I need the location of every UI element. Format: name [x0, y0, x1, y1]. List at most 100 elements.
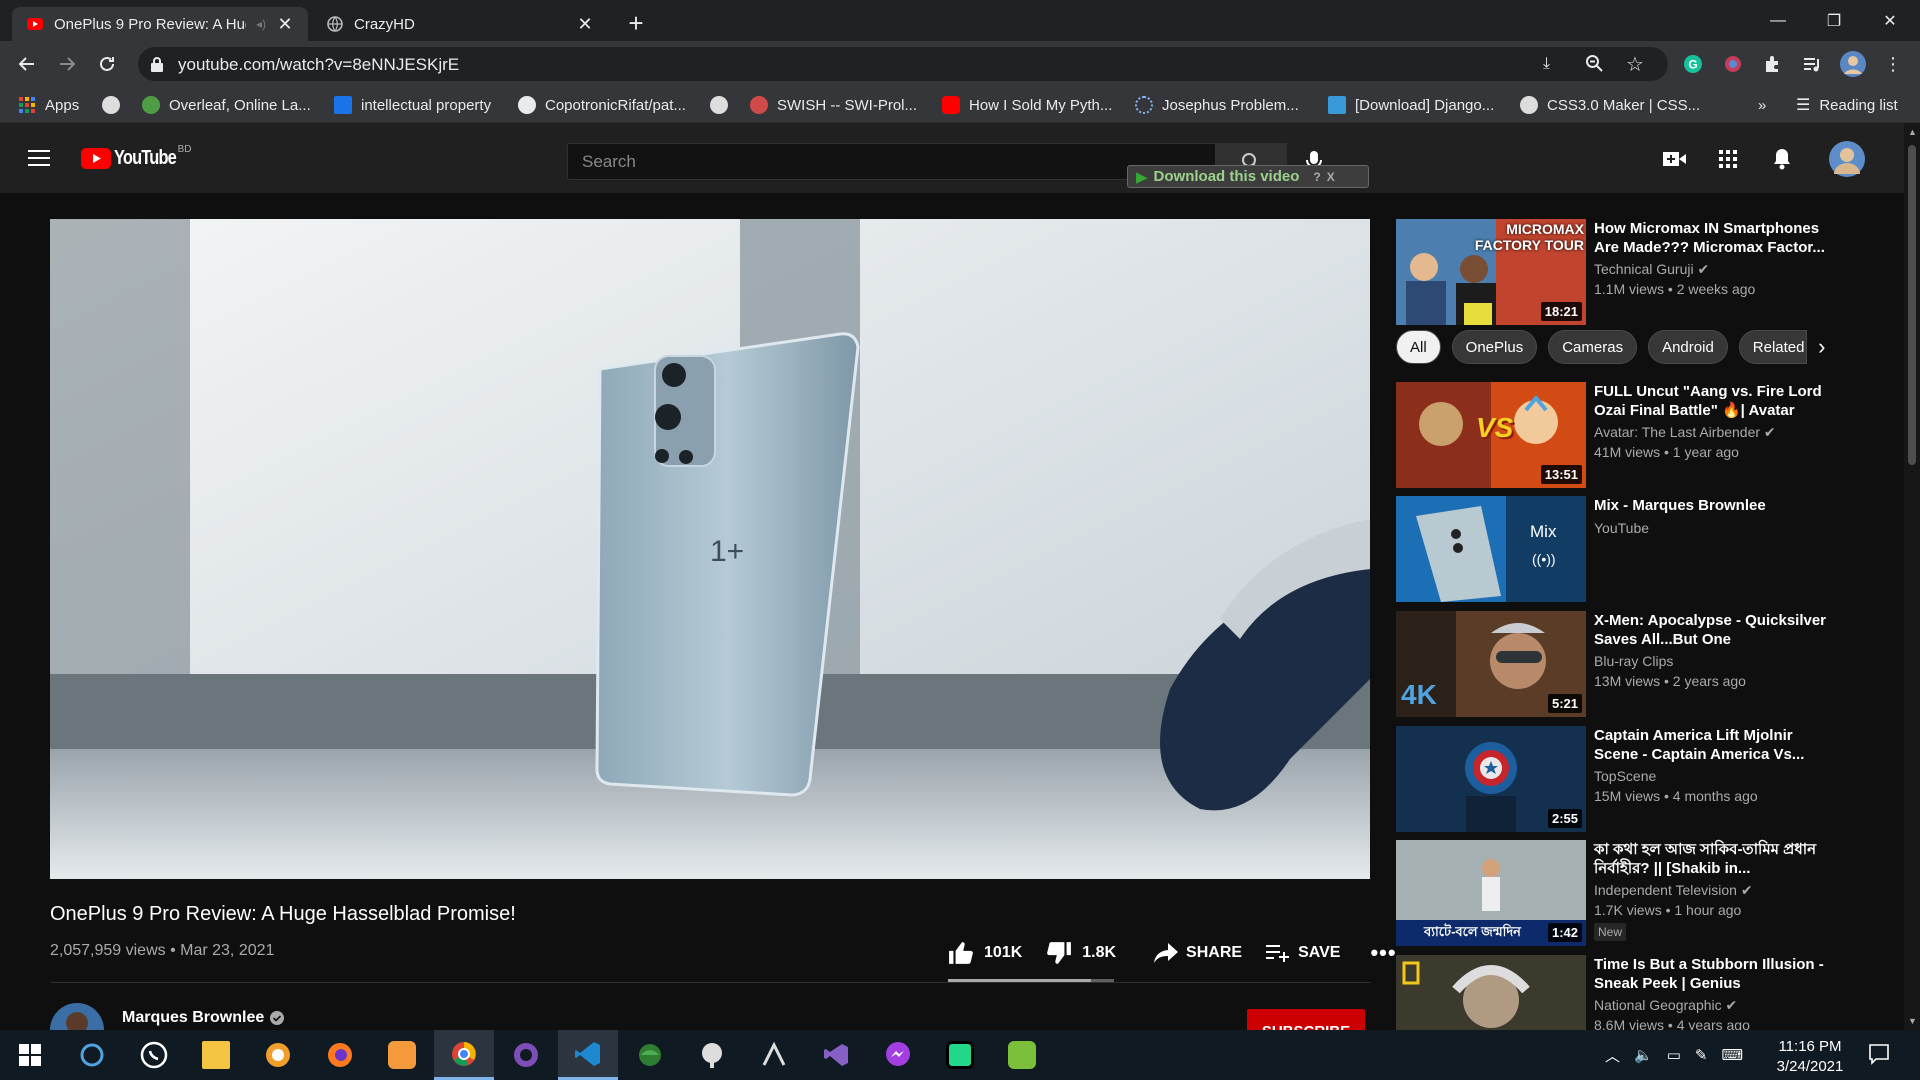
related-video[interactable]: Time Is But a Stubborn Illusion - Sneak …	[1396, 955, 1846, 1030]
github-desktop-icon[interactable]	[496, 1030, 556, 1080]
restore-button[interactable]: ❐	[1806, 0, 1862, 41]
tab-youtube[interactable]: OnePlus 9 Pro Review: A Hug ◂) ✕	[12, 7, 308, 41]
vscode-icon[interactable]	[558, 1030, 618, 1080]
scroll-down-arrow[interactable]: ▼	[1908, 1016, 1917, 1026]
profile-avatar[interactable]	[1838, 49, 1868, 79]
account-avatar[interactable]	[1829, 141, 1865, 177]
related-video[interactable]: 4K 5:21 X-Men: Apocalypse - Quicksilver …	[1396, 611, 1846, 717]
chrome-icon[interactable]	[434, 1030, 494, 1080]
bookmark-globe[interactable]	[710, 95, 737, 115]
chip-android[interactable]: Android	[1648, 330, 1728, 364]
visual-studio-icon[interactable]	[806, 1030, 866, 1080]
app-icon[interactable]	[682, 1030, 742, 1080]
install-icon[interactable]: ⤓	[1543, 55, 1550, 73]
lock-icon[interactable]	[150, 56, 164, 72]
chip-oneplus[interactable]: OnePlus	[1451, 330, 1538, 364]
video-thumbnail[interactable]: VS 13:51	[1396, 382, 1586, 488]
apps-grid-icon[interactable]	[1719, 150, 1737, 168]
related-video[interactable]: 2:55 Captain America Lift Mjolnir Scene …	[1396, 726, 1846, 832]
related-mix[interactable]: Mix ((•)) Mix - Marques Brownlee YouTube	[1396, 496, 1846, 602]
hamburger-menu-icon[interactable]	[28, 150, 50, 166]
messenger-icon[interactable]	[868, 1030, 928, 1080]
video-title[interactable]: কা কথা হল আজ সাকিব-তামিম প্রধান নির্বাহী…	[1594, 840, 1834, 878]
dislike-button[interactable]: 1.8K	[1046, 941, 1116, 965]
channel-name[interactable]: Technical Guruji ✔	[1594, 261, 1709, 278]
video-title[interactable]: Captain America Lift Mjolnir Scene - Cap…	[1594, 726, 1834, 764]
app-icon[interactable]	[992, 1030, 1052, 1080]
chip-all[interactable]: All	[1396, 330, 1441, 364]
page-scrollbar[interactable]: ▲ ▼	[1904, 123, 1920, 1030]
scroll-up-arrow[interactable]: ▲	[1908, 127, 1917, 137]
bookmark-django[interactable]: [Download] Django...	[1328, 95, 1494, 115]
file-explorer-icon[interactable]	[186, 1030, 246, 1080]
bookmark-github[interactable]: CopotronicRifat/pat...	[518, 95, 686, 115]
bookmark-globe[interactable]	[102, 95, 129, 115]
like-button[interactable]: 101K	[948, 941, 1022, 965]
extension-icon[interactable]	[1718, 49, 1748, 79]
pen-icon[interactable]: ✎	[1695, 1046, 1708, 1064]
zoom-icon[interactable]	[1585, 54, 1603, 72]
whatsapp-icon[interactable]	[124, 1030, 184, 1080]
video-title[interactable]: Time Is But a Stubborn Illusion - Sneak …	[1594, 955, 1834, 993]
app-icon[interactable]	[372, 1030, 432, 1080]
chip-related[interactable]: Related	[1738, 330, 1807, 364]
create-video-icon[interactable]	[1663, 151, 1687, 167]
tor-icon[interactable]	[248, 1030, 308, 1080]
video-thumbnail[interactable]: ব্যাটে-বলে জন্মদিন 1:42	[1396, 840, 1586, 946]
youtube-logo[interactable]: YouTube BD	[81, 144, 191, 170]
reading-list-button[interactable]: ☰ Reading list	[1796, 95, 1898, 115]
close-window-button[interactable]: ✕	[1862, 0, 1918, 41]
close-icon[interactable]: ✕	[276, 15, 294, 33]
new-tab-button[interactable]: +	[622, 9, 650, 37]
related-video[interactable]: ব্যাটে-বলে জন্মদিন 1:42 কা কথা হল আজ সাক…	[1396, 840, 1846, 946]
speaker-icon[interactable]: ◂)	[256, 17, 266, 31]
app-icon[interactable]	[620, 1030, 680, 1080]
channel-name[interactable]: Avatar: The Last Airbender ✔	[1594, 424, 1776, 441]
download-help-button[interactable]: ?	[1313, 170, 1320, 184]
pycharm-icon[interactable]	[930, 1030, 990, 1080]
channel-name[interactable]: TopScene	[1594, 768, 1656, 784]
volume-icon[interactable]: 🔈	[1634, 1046, 1653, 1064]
bookmark-josephus[interactable]: Josephus Problem...	[1135, 95, 1299, 115]
chevron-up-icon[interactable]: ︿	[1605, 1045, 1620, 1066]
close-icon[interactable]: ✕	[576, 15, 594, 33]
windows-start-icon[interactable]	[0, 1030, 60, 1080]
notification-center-icon[interactable]	[1868, 1043, 1890, 1065]
firefox-icon[interactable]	[310, 1030, 370, 1080]
channel-name[interactable]: Blu-ray Clips	[1594, 653, 1673, 669]
download-video-button[interactable]: ▶ Download this video ? X	[1127, 165, 1369, 188]
notifications-bell-icon[interactable]	[1772, 148, 1792, 170]
bookmarks-overflow-button[interactable]: »	[1758, 95, 1766, 115]
tab-crazyhd[interactable]: CrazyHD ✕	[312, 7, 608, 41]
system-clock[interactable]: 11:16 PM 3/24/2021	[1770, 1037, 1850, 1077]
video-thumbnail[interactable]: 4K 5:21	[1396, 611, 1586, 717]
chip-cameras[interactable]: Cameras	[1548, 330, 1638, 364]
video-title[interactable]: Mix - Marques Brownlee	[1594, 496, 1834, 515]
video-thumbnail[interactable]: Mix ((•))	[1396, 496, 1586, 602]
video-title[interactable]: X-Men: Apocalypse - Quicksilver Saves Al…	[1594, 611, 1834, 649]
network-icon[interactable]: ▭	[1667, 1046, 1681, 1064]
save-button[interactable]: SAVE	[1266, 944, 1340, 962]
channel-name[interactable]: Marques Brownlee	[122, 1009, 285, 1027]
forward-button[interactable]	[52, 49, 82, 79]
share-button[interactable]: SHARE	[1154, 943, 1242, 963]
bookmark-apps[interactable]: Apps	[18, 95, 79, 115]
minimize-button[interactable]: —	[1750, 0, 1806, 41]
related-video[interactable]: VS 13:51 FULL Uncut "Aang vs. Fire Lord …	[1396, 382, 1846, 488]
search-input[interactable]: Search	[567, 143, 1216, 180]
keyboard-icon[interactable]: ⌨	[1721, 1046, 1743, 1064]
video-title[interactable]: FULL Uncut "Aang vs. Fire Lord Ozai Fina…	[1594, 382, 1834, 420]
video-thumbnail[interactable]	[1396, 955, 1586, 1030]
channel-name[interactable]: National Geographic ✔	[1594, 997, 1737, 1014]
address-bar[interactable]: youtube.com/watch?v=8eNNJESKjrE ⤓ ☆	[138, 47, 1668, 81]
related-video[interactable]: MICROMAX FACTORY TOUR 18:21 How Micromax…	[1396, 219, 1846, 325]
download-close-button[interactable]: X	[1327, 170, 1335, 184]
reload-button[interactable]	[92, 49, 122, 79]
channel-name[interactable]: Independent Television ✔	[1594, 882, 1753, 899]
channel-avatar[interactable]	[50, 1003, 104, 1030]
media-control-icon[interactable]	[1797, 49, 1827, 79]
video-player[interactable]: 1+	[50, 219, 1370, 879]
menu-kebab-icon[interactable]: ⋮	[1878, 49, 1908, 79]
video-thumbnail[interactable]: 2:55	[1396, 726, 1586, 832]
back-button[interactable]	[12, 49, 42, 79]
